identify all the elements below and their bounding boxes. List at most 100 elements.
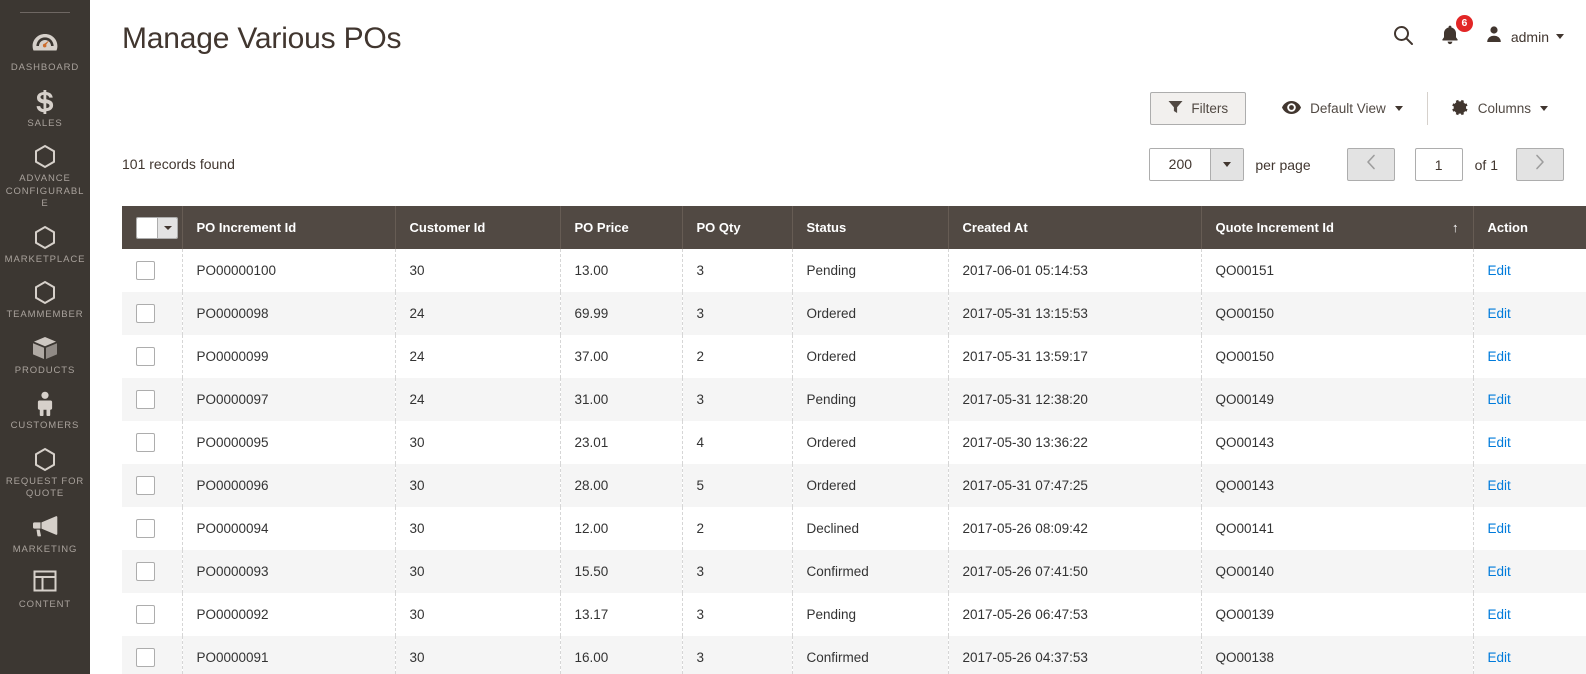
next-page-button[interactable]	[1516, 148, 1564, 181]
chevron-down-icon	[1210, 149, 1244, 180]
sidebar-item-label: TEAMMEMBER	[6, 309, 84, 320]
row-checkbox[interactable]	[136, 261, 155, 280]
sidebar-item-marketing[interactable]: MARKETING	[0, 511, 90, 567]
cell-value: Confirmed	[806, 564, 869, 579]
select-all-dropdown[interactable]	[136, 216, 178, 239]
main-sidebar: DASHBOARD SALES ADVANCE CONFIGURABLE MARKET…	[0, 0, 90, 674]
cell-quote: QO00151	[1201, 249, 1474, 292]
row-checkbox[interactable]	[136, 476, 155, 495]
global-search-button[interactable]	[1390, 22, 1416, 51]
cell-value: 3	[696, 564, 705, 579]
table-row[interactable]: PO0000091 30 16.00 3 Confirmed 2017-05-26 04:…	[122, 636, 1586, 674]
cell-price: 37.00	[560, 335, 683, 378]
edit-link[interactable]: Edit	[1488, 650, 1511, 665]
cell-status: Confirmed	[792, 636, 949, 674]
cell-created: 2017-05-31 13:59:17	[948, 335, 1202, 378]
sidebar-item-dashboard[interactable]: DASHBOARD	[0, 29, 90, 85]
per-page-select[interactable]: 200	[1149, 148, 1245, 181]
cell-value: 2017-05-31 07:47:25	[962, 478, 1088, 493]
admin-user-label: admin	[1510, 28, 1549, 45]
column-header-cust[interactable]: Customer Id	[395, 206, 561, 249]
columns-dropdown[interactable]: Columns	[1426, 92, 1564, 125]
cell-value: QO00139	[1215, 607, 1275, 622]
sidebar-item-label: SALES	[27, 117, 63, 129]
cell-action: Edit	[1473, 464, 1586, 507]
sidebar-item-customers[interactable]: CUSTOMERS	[0, 387, 90, 443]
cell-quote: QO00143	[1201, 464, 1474, 507]
cell-value: 2017-06-01 05:14:53	[962, 263, 1088, 278]
cell-cust: 30	[395, 507, 561, 550]
sidebar-item-request-for-quote[interactable]: REQUEST FOR QUOTE	[0, 443, 90, 511]
column-header-status[interactable]: Status	[792, 206, 949, 249]
table-row[interactable]: PO0000093 30 15.50 3 Confirmed 2017-05-26 07:…	[122, 550, 1586, 593]
table-row[interactable]: PO0000096 30 28.00 5 Ordered 2017-05-31 07:47…	[122, 464, 1586, 507]
cell-created: 2017-05-26 06:47:53	[948, 593, 1202, 636]
edit-link[interactable]: Edit	[1488, 478, 1511, 493]
search-icon	[1392, 24, 1414, 49]
cell-status: Ordered	[792, 292, 949, 335]
admin-user-menu[interactable]: admin	[1484, 24, 1564, 49]
cell-cust: 24	[395, 335, 561, 378]
select-all-checkbox[interactable]	[137, 217, 157, 238]
cell-qty: 2	[682, 335, 793, 378]
row-checkbox[interactable]	[136, 605, 155, 624]
chevron-down-icon[interactable]	[157, 217, 177, 238]
table-row[interactable]: PO0000099 24 37.00 2 Ordered 2017-05-31 13:59…	[122, 335, 1586, 378]
edit-link[interactable]: Edit	[1488, 306, 1511, 321]
notifications-button[interactable]: 6	[1438, 15, 1473, 51]
table-row[interactable]: PO0000094 30 12.00 2 Declined 2017-05-26 08:0…	[122, 507, 1586, 550]
column-header-price[interactable]: PO Price	[560, 206, 683, 249]
cell-status: Confirmed	[792, 550, 949, 593]
column-header-po_id[interactable]: PO Increment Id	[182, 206, 396, 249]
row-checkbox[interactable]	[136, 519, 155, 538]
cell-value: 2017-05-31 13:15:53	[962, 306, 1088, 321]
sidebar-item-label: CONTENT	[18, 599, 72, 610]
cell-price: 13.00	[560, 249, 683, 292]
table-row[interactable]: PO0000098 24 69.99 3 Ordered 2017-05-31 13:15…	[122, 292, 1586, 335]
row-checkbox[interactable]	[136, 562, 155, 581]
column-header-action[interactable]: Action	[1473, 206, 1586, 249]
page-number-input[interactable]	[1414, 148, 1463, 181]
sidebar-item-teammember[interactable]: TEAMMEMBER	[0, 276, 90, 332]
cell-status: Pending	[792, 378, 949, 421]
sidebar-item-products[interactable]: PRODUCTS	[0, 332, 90, 388]
cell-created: 2017-05-30 13:36:22	[948, 421, 1202, 464]
edit-link[interactable]: Edit	[1488, 392, 1511, 407]
table-row[interactable]: PO0000097 24 31.00 3 Pending 2017-05-31 12:38…	[122, 378, 1586, 421]
edit-link[interactable]: Edit	[1488, 607, 1511, 622]
cell-value: 2017-05-26 04:37:53	[962, 650, 1088, 665]
cell-value: PO0000099	[196, 349, 269, 364]
default-view-dropdown[interactable]: Default View	[1266, 92, 1419, 125]
edit-link[interactable]: Edit	[1488, 564, 1511, 579]
column-header-created[interactable]: Created At	[948, 206, 1202, 249]
table-row[interactable]: PO00000100 30 13.00 3 Pending 2017-06-01 05:1…	[122, 249, 1586, 292]
edit-link[interactable]: Edit	[1488, 521, 1511, 536]
edit-link[interactable]: Edit	[1488, 349, 1511, 364]
dollar-icon	[2, 89, 88, 115]
column-header-qty[interactable]: PO Qty	[682, 206, 793, 249]
per-page-label: per page	[1255, 156, 1311, 173]
column-header-quote[interactable]: ↑ Quote Increment Id	[1201, 206, 1474, 249]
edit-link[interactable]: Edit	[1488, 435, 1511, 450]
sidebar-item-label: MARKETPLACE	[4, 253, 86, 265]
per-page-value: 200	[1150, 149, 1211, 180]
filters-button[interactable]: Filters	[1150, 92, 1247, 125]
sidebar-item-advance-configurable[interactable]: ADVANCE CONFIGURABLE	[0, 140, 90, 221]
sidebar-item-marketplace[interactable]: MARKETPLACE	[0, 221, 90, 277]
sidebar-item-sales[interactable]: SALES	[0, 85, 90, 141]
sidebar-item-content[interactable]: CONTENT	[0, 566, 90, 622]
sidebar-item-label: ADVANCE CONFIGURABLE	[5, 173, 85, 209]
row-checkbox[interactable]	[136, 433, 155, 452]
row-checkbox[interactable]	[136, 347, 155, 366]
row-checkbox[interactable]	[136, 304, 155, 323]
cell-value: PO0000096	[196, 478, 269, 493]
cell-value: 4	[696, 435, 705, 450]
table-row[interactable]: PO0000095 30 23.01 4 Ordered 2017-05-30 13:36…	[122, 421, 1586, 464]
row-checkbox[interactable]	[136, 648, 155, 667]
table-row[interactable]: PO0000092 30 13.17 3 Pending 2017-05-26 06:47…	[122, 593, 1586, 636]
edit-link[interactable]: Edit	[1488, 263, 1511, 278]
cell-value: QO00149	[1215, 392, 1275, 407]
previous-page-button[interactable]	[1346, 148, 1395, 181]
cell-value: 15.50	[574, 564, 609, 579]
row-checkbox[interactable]	[136, 390, 155, 409]
